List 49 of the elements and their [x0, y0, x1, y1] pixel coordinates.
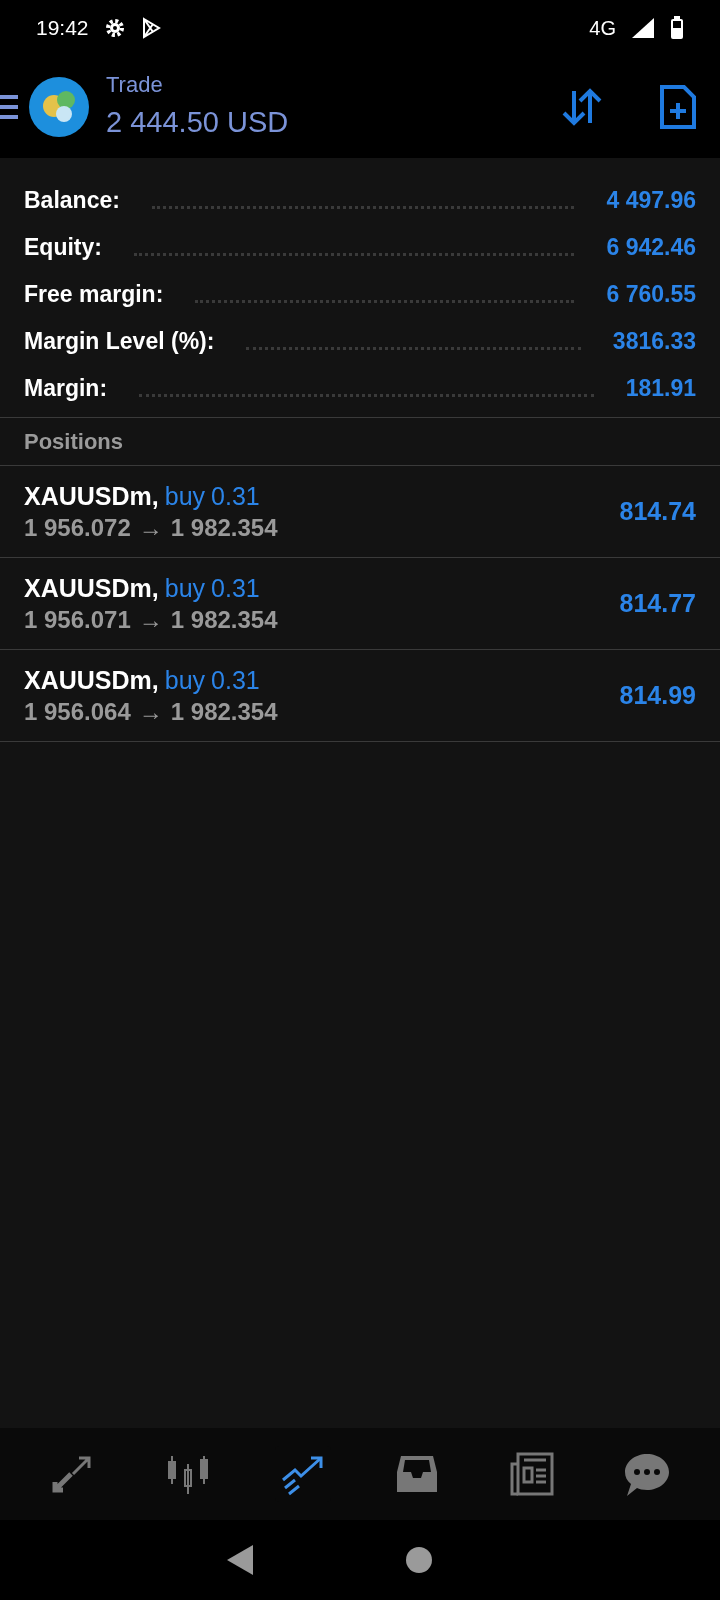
current-price: 1 982.354 [170, 604, 278, 635]
position-row[interactable]: XAUUSDm, buy 0.31 1 956.071 → 1 982.354 814.77 [0, 558, 720, 650]
order-type: buy [164, 664, 206, 696]
order-type: buy [164, 480, 206, 512]
account-balance: 2 444.50 USD [106, 105, 289, 141]
summary-value: 181.91 [625, 373, 696, 403]
price-arrow: → [138, 696, 163, 727]
summary-value: 3816.33 [612, 326, 696, 356]
summary-value: 4 497.96 [606, 185, 696, 215]
open-price: 1 956.072 [24, 512, 131, 543]
home-icon[interactable] [405, 1546, 433, 1574]
battery-icon [670, 15, 684, 40]
symbol: XAUUSDm, [24, 480, 159, 512]
volume: 0.31 [211, 572, 260, 604]
summary-label: Free margin: [24, 279, 164, 309]
summary-label: Margin: [24, 373, 108, 403]
position-row[interactable]: XAUUSDm, buy 0.31 1 956.072 → 1 982.354 814.74 [0, 466, 720, 558]
status-time: 19:42 [36, 14, 89, 41]
current-price: 1 982.354 [170, 512, 278, 543]
network-type: 4G [589, 15, 616, 41]
menu-icon[interactable] [0, 92, 20, 121]
profit: 814.77 [619, 587, 696, 619]
summary-value: 6 942.46 [606, 232, 696, 262]
profit: 814.99 [619, 679, 696, 711]
sort-arrows-icon[interactable] [560, 86, 604, 127]
symbol: XAUUSDm, [24, 664, 159, 696]
current-price: 1 982.354 [170, 696, 278, 727]
summary-label: Margin Level (%): [24, 326, 215, 356]
section-title: Positions [24, 428, 123, 456]
gear-icon [104, 17, 125, 38]
summary-value: 6 760.55 [606, 279, 696, 309]
play-store-icon [140, 16, 161, 39]
symbol: XAUUSDm, [24, 572, 159, 604]
volume: 0.31 [211, 480, 260, 512]
open-price: 1 956.064 [24, 696, 131, 727]
signal-icon [632, 17, 654, 38]
account-title: Trade [106, 71, 164, 100]
open-price: 1 956.071 [24, 604, 131, 635]
summary-label: Equity: [24, 232, 102, 262]
position-row[interactable]: XAUUSDm, buy 0.31 1 956.064 → 1 982.354 814.99 [0, 650, 720, 742]
order-type: buy [164, 572, 206, 604]
price-arrow: → [138, 512, 163, 543]
price-arrow: → [138, 604, 163, 635]
summary-label: Balance: [24, 185, 120, 215]
new-document-icon[interactable] [660, 84, 696, 129]
profit: 814.74 [619, 495, 696, 527]
back-icon[interactable] [227, 1545, 255, 1575]
volume: 0.31 [211, 664, 260, 696]
app-logo-icon [28, 75, 90, 138]
